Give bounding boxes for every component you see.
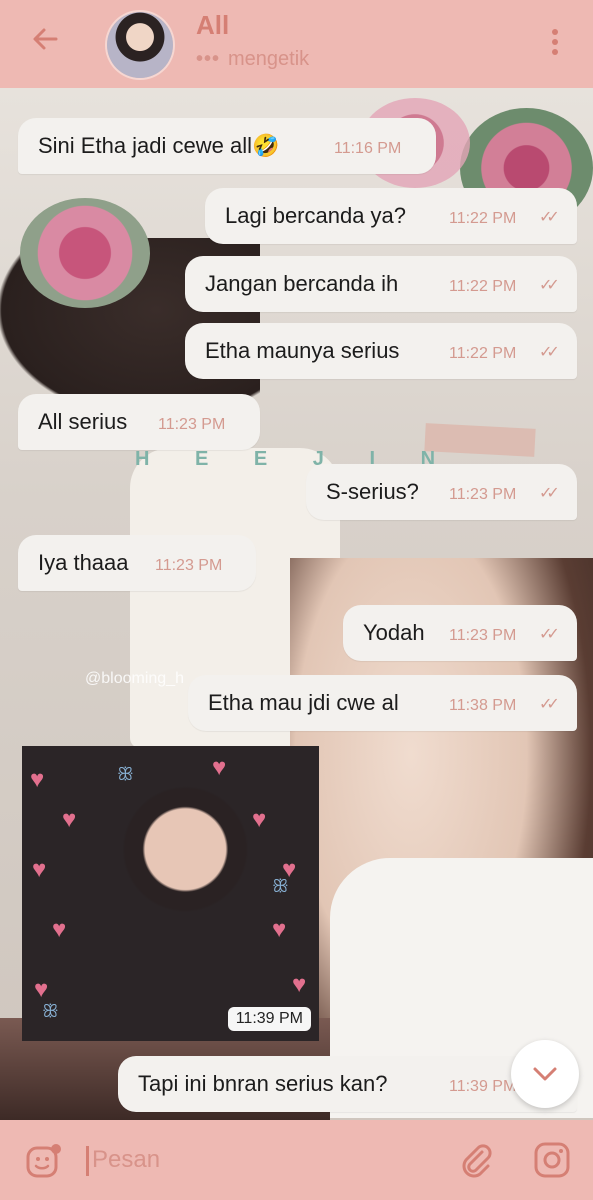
emoji-icon[interactable] <box>24 1140 64 1180</box>
message-bubble-outgoing[interactable]: Jangan bercanda ih 11:22 PM ✓✓ <box>185 256 577 312</box>
text-cursor <box>86 1146 89 1176</box>
heart-sticker-icon: ♥ <box>212 754 227 781</box>
message-time: 11:22 PM <box>449 278 517 295</box>
message-time: 11:22 PM <box>449 345 517 362</box>
arrow-left-icon[interactable] <box>28 22 62 56</box>
message-text: Lagi bercanda ya? <box>225 203 407 228</box>
message-text: Iya thaaa <box>38 550 129 575</box>
butterfly-sticker-icon: ꕥ <box>117 764 134 784</box>
message-bubble-outgoing[interactable]: Etha mau jdi cwe al 11:38 PM ✓✓ <box>188 675 577 731</box>
message-text: Tapi ini bnran serius kan? <box>138 1071 388 1096</box>
message-bubble-outgoing[interactable]: S-serius? 11:23 PM ✓✓ <box>306 464 577 520</box>
message-bubble-incoming[interactable]: Sini Etha jadi cewe all🤣 11:16 PM <box>18 118 436 174</box>
message-text: Etha maunya serius <box>205 338 400 363</box>
message-time: 11:39 PM <box>449 1078 517 1095</box>
message-text: Yodah <box>363 620 425 645</box>
double-check-icon: ✓✓ <box>539 277 560 294</box>
heart-sticker-icon: ♥ <box>32 856 47 883</box>
message-bubble-outgoing[interactable]: Yodah 11:23 PM ✓✓ <box>343 605 577 661</box>
wallpaper-handle: @blooming_h <box>85 670 184 687</box>
message-text: Jangan bercanda ih <box>205 271 399 296</box>
butterfly-sticker-icon: ꕥ <box>42 1001 59 1021</box>
double-check-icon: ✓✓ <box>539 696 560 713</box>
message-time: 11:23 PM <box>449 627 517 644</box>
message-time: 11:23 PM <box>158 416 226 433</box>
message-text: Sini Etha jadi cewe all🤣 <box>38 133 280 158</box>
message-input-bar <box>0 1120 593 1200</box>
scroll-to-bottom-button[interactable] <box>511 1040 579 1108</box>
heart-sticker-icon: ♥ <box>62 806 77 833</box>
contact-name[interactable]: All <box>196 10 229 41</box>
message-time: 11:38 PM <box>449 697 517 714</box>
message-bubble-outgoing[interactable]: Tapi ini bnran serius kan? 11:39 PM <box>118 1056 577 1112</box>
message-bubble-outgoing[interactable]: Lagi bercanda ya? 11:22 PM ✓✓ <box>205 188 577 244</box>
status-text: mengetik <box>228 48 310 70</box>
message-text: S-serius? <box>326 479 419 504</box>
message-bubble-incoming[interactable]: Iya thaaa 11:23 PM <box>18 535 256 591</box>
message-bubble-outgoing[interactable]: Etha maunya serius 11:22 PM ✓✓ <box>185 323 577 379</box>
heart-sticker-icon: ♥ <box>252 806 267 833</box>
message-time: 11:23 PM <box>449 486 517 503</box>
instagram-camera-icon[interactable] <box>532 1140 572 1180</box>
double-check-icon: ✓✓ <box>539 344 560 361</box>
message-time: 11:16 PM <box>334 140 402 157</box>
typing-dots: ••• <box>196 48 221 70</box>
double-check-icon: ✓✓ <box>539 626 560 643</box>
message-text: Etha mau jdi cwe al <box>208 690 399 715</box>
heart-sticker-icon: ♥ <box>292 971 307 998</box>
contact-avatar[interactable] <box>107 12 173 78</box>
photo-time: 11:39 PM <box>227 1007 311 1031</box>
double-check-icon: ✓✓ <box>539 209 560 226</box>
message-input[interactable] <box>92 1146 412 1174</box>
paperclip-icon[interactable] <box>456 1140 496 1180</box>
message-bubble-incoming[interactable]: All serius 11:23 PM <box>18 394 260 450</box>
heart-sticker-icon: ♥ <box>272 916 287 943</box>
heart-sticker-icon: ♥ <box>34 976 49 1003</box>
photo-message[interactable]: ♥ ♥ ♥ ♥ ♥ ♥ ♥ ♥ ♥ ♥ ꕥ ꕥ ꕥ 11:39 PM <box>22 746 319 1041</box>
message-time: 11:22 PM <box>449 210 517 227</box>
chevron-down-icon <box>533 1067 557 1081</box>
butterfly-sticker-icon: ꕥ <box>272 876 289 896</box>
heart-sticker-icon: ♥ <box>30 766 45 793</box>
more-vertical-icon[interactable] <box>540 22 570 62</box>
typing-status: ••• mengetik <box>196 48 309 71</box>
double-check-icon: ✓✓ <box>539 485 560 502</box>
chat-header: All ••• mengetik <box>0 0 593 88</box>
message-time: 11:23 PM <box>155 557 223 574</box>
message-text: All serius <box>38 409 128 434</box>
wallpaper-flower <box>20 198 150 308</box>
heart-sticker-icon: ♥ <box>52 916 67 943</box>
